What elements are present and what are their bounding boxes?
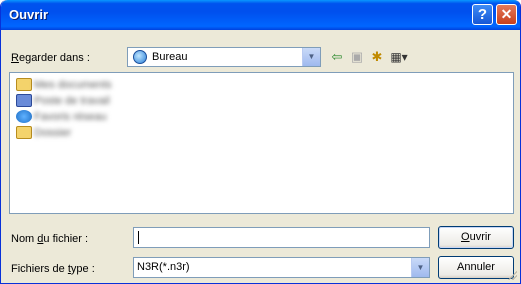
look-in-value: Bureau [152,51,188,63]
list-item[interactable]: Poste de travail [14,93,134,109]
item-label: Dossier [34,127,72,139]
network-icon [16,110,32,123]
close-icon: ✕ [500,6,513,22]
new-folder-icon[interactable]: ✱ [368,48,386,66]
file-type-select[interactable]: N3R(*.n3r) ▼ [133,257,430,278]
folder-icon [16,126,32,139]
list-item[interactable]: Mes documents [14,77,134,93]
chevron-down-icon[interactable]: ▼ [411,258,429,277]
desktop-icon [133,50,147,64]
look-in-label: Regarder dans : [11,52,90,64]
open-button[interactable]: Ouvrir [438,226,514,249]
list-item[interactable]: Favoris réseau [14,109,134,125]
chevron-down-icon[interactable]: ▼ [302,48,320,66]
item-label: Poste de travail [34,95,110,107]
cancel-button[interactable]: Annuler [438,256,514,279]
file-list[interactable]: Mes documents Poste de travail Favoris r… [9,72,514,214]
file-name-label: Nom du fichier : [11,233,89,245]
file-type-value: N3R(*.n3r) [137,261,190,273]
help-button[interactable]: ? [472,4,493,25]
computer-icon [16,94,32,107]
up-folder-icon[interactable]: ▣ [348,48,366,66]
file-name-input[interactable] [133,227,430,248]
window-title: Ouvrir [9,7,49,22]
folder-icon [16,78,32,91]
close-button[interactable]: ✕ [496,4,517,25]
file-type-label: Fichiers de type : [11,263,95,275]
view-menu-icon[interactable]: ▦▾ [390,48,408,66]
text-caret [138,231,139,244]
title-bar[interactable]: Ouvrir ? ✕ [1,0,520,30]
question-mark-icon: ? [477,6,488,23]
open-file-dialog: Ouvrir ? ✕ Regarder dans : Bureau ▼ ⇦ ▣ … [0,0,521,284]
list-item[interactable]: Dossier [14,125,134,141]
resize-grip-icon[interactable] [507,270,517,280]
look-in-combo[interactable]: Bureau ▼ [127,47,321,67]
back-arrow-icon[interactable]: ⇦ [328,48,346,66]
item-label: Mes documents [34,79,112,91]
item-label: Favoris réseau [34,111,107,123]
